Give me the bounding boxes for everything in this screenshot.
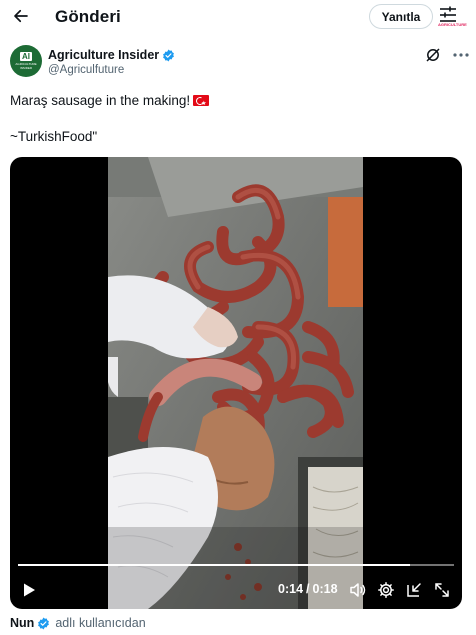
back-button[interactable] xyxy=(8,3,34,29)
video-current-time: 0:14 xyxy=(278,582,304,596)
settings-badge: AGRICULTURE xyxy=(438,22,467,27)
pip-icon xyxy=(407,583,421,597)
grok-icon xyxy=(426,48,440,62)
video-settings-button[interactable] xyxy=(377,581,395,599)
verified-badge-icon xyxy=(163,49,175,61)
play-icon xyxy=(24,583,35,597)
verified-badge-icon xyxy=(38,617,50,629)
reposter-name[interactable]: Nun xyxy=(10,616,34,630)
tweet-text-main: Maraş sausage in the making! xyxy=(10,93,191,108)
tweet-text: Maraş sausage in the making! xyxy=(10,92,460,113)
avatar-initials: AI xyxy=(20,52,32,61)
video-progress-bar[interactable] xyxy=(18,564,454,566)
author-name: Agriculture Insider xyxy=(48,48,160,62)
video-player[interactable]: 0:14 / 0:18 xyxy=(10,157,462,609)
sausage-video-thumbnail xyxy=(108,157,363,609)
volume-button[interactable] xyxy=(349,581,367,599)
fullscreen-icon xyxy=(435,583,449,597)
avatar-tagline: AGRICULTURE INSIDER xyxy=(15,62,37,70)
avatar[interactable]: AI AGRICULTURE INSIDER xyxy=(10,45,42,77)
page-title: Gönderi xyxy=(55,7,121,26)
volume-icon xyxy=(350,583,366,597)
video-frame[interactable] xyxy=(108,157,363,609)
picture-in-picture-button[interactable] xyxy=(405,581,423,599)
filter-settings-button[interactable]: AGRICULTURE xyxy=(438,6,467,28)
tweet-author: AI AGRICULTURE INSIDER Agriculture Insid… xyxy=(10,45,470,81)
play-button[interactable] xyxy=(21,582,37,598)
reply-button[interactable]: Yanıtla xyxy=(369,4,433,29)
more-options-button[interactable] xyxy=(452,47,470,63)
video-progress-fill xyxy=(18,564,411,566)
more-dots-icon xyxy=(453,53,469,57)
tweet-line-1: Maraş sausage in the making! xyxy=(10,92,460,113)
author-handle[interactable]: @Agriculfuture xyxy=(48,64,124,76)
arrow-left-icon xyxy=(14,9,28,23)
reposter-suffix: adlı kullanıcıdan xyxy=(55,616,146,630)
video-time: 0:14 / 0:18 xyxy=(278,582,338,596)
settings-icon xyxy=(378,582,394,598)
tweet-line-2: ~TurkishFood" xyxy=(10,129,98,144)
author-name-row[interactable]: Agriculture Insider xyxy=(48,48,175,62)
video-time-separator: / xyxy=(306,582,310,596)
turkey-flag-icon xyxy=(193,95,210,113)
video-duration: 0:18 xyxy=(312,582,338,596)
grok-button[interactable] xyxy=(425,47,441,63)
fullscreen-button[interactable] xyxy=(433,581,451,599)
reposted-by: Nun adlı kullanıcıdan xyxy=(10,616,146,630)
top-bar: Gönderi Yanıtla AGRICULTURE xyxy=(0,0,476,34)
